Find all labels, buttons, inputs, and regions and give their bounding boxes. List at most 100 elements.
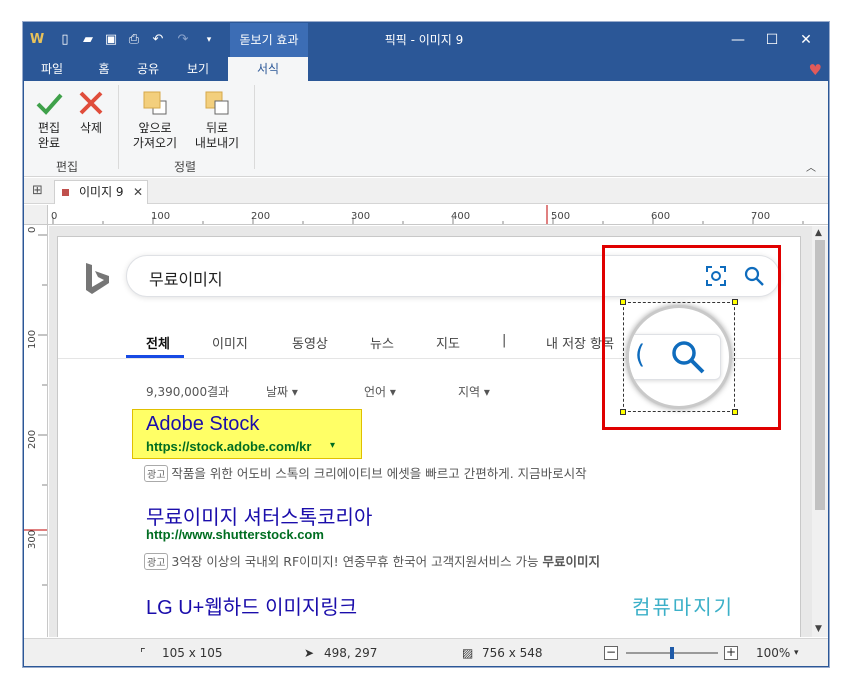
finish-edit-button[interactable]: 편집 완료: [30, 89, 68, 151]
filter-date-label: 날짜: [266, 385, 289, 399]
delete-label: 삭제: [79, 121, 103, 135]
ruler-label: 300: [27, 529, 38, 549]
nav-all[interactable]: 전체: [146, 333, 170, 352]
window-title: 픽픽 - 이미지 9: [384, 33, 464, 47]
tab-view[interactable]: 보기: [176, 57, 220, 81]
zoom-slider[interactable]: [626, 647, 718, 659]
grid-view-icon[interactable]: ⊞: [32, 183, 43, 198]
filter-date[interactable]: 날짜 ▾: [266, 383, 298, 400]
resize-handle[interactable]: [620, 409, 626, 415]
result-title[interactable]: Adobe Stock: [146, 413, 259, 436]
zoom-out-button[interactable]: −: [604, 646, 618, 660]
ruler-label: 400: [451, 211, 471, 222]
cursor-position: 498, 297: [324, 646, 378, 660]
filter-region[interactable]: 지역 ▾: [458, 383, 490, 400]
chevron-down-icon[interactable]: ▾: [794, 648, 799, 658]
scroll-down-icon[interactable]: ▼: [815, 624, 822, 634]
ruler-label: 200: [27, 429, 38, 449]
resize-handle[interactable]: [732, 409, 738, 415]
delete-x-icon: [79, 91, 103, 115]
zoom-slider-thumb[interactable]: [670, 647, 674, 659]
chevron-down-icon[interactable]: ▾: [330, 440, 335, 451]
send-backward-button[interactable]: 뒤로 내보내기: [190, 89, 244, 151]
ruler-label: 0: [51, 211, 58, 222]
result-title[interactable]: LG U+웹하드 이미지링크: [146, 591, 357, 620]
document-tab-bar: ⊞ 이미지 9 ✕: [24, 178, 828, 204]
resize-handle[interactable]: [732, 299, 738, 305]
close-button[interactable]: ✕: [788, 23, 824, 57]
ruler-label: 700: [751, 211, 771, 222]
document-tab[interactable]: 이미지 9 ✕: [54, 180, 148, 204]
filter-language[interactable]: 언어 ▾: [364, 383, 396, 400]
group-arrange-label: 정렬: [174, 160, 197, 174]
ribbon-tab-bar: 파일 홈 공유 보기 서식 ♥: [24, 57, 828, 81]
cursor-icon: ➤: [304, 646, 315, 660]
tab-home[interactable]: 홈: [82, 57, 126, 81]
group-separator: [254, 85, 255, 169]
search-query[interactable]: 무료이미지: [149, 266, 223, 290]
collapse-ribbon-icon[interactable]: ︿: [806, 159, 816, 174]
editor-canvas[interactable]: 무료이미지 전체 이미지 동영상 뉴스 지도 | 내 저장 항목 9,390,0…: [49, 226, 812, 637]
customize-toolbar-icon[interactable]: ▾: [200, 31, 218, 49]
tab-file[interactable]: 파일: [30, 57, 74, 81]
selection-size: 105 x 105: [162, 646, 223, 660]
delete-button[interactable]: 삭제: [72, 89, 110, 136]
vertical-scrollbar[interactable]: ▲ ▼: [812, 226, 828, 637]
magnifier-lens[interactable]: (: [626, 305, 732, 409]
result-title[interactable]: 무료이미지 셔터스톡코리아: [146, 501, 372, 530]
image-tab-icon: [62, 189, 69, 196]
zoom-in-button[interactable]: +: [724, 646, 738, 660]
selection-size-icon: ⌜: [140, 646, 146, 660]
print-icon[interactable]: ⎙: [125, 31, 143, 49]
nav-videos[interactable]: 동영상: [292, 333, 328, 352]
image-icon: ▨: [462, 646, 474, 660]
bring-forward-label: 앞으로 가져오기: [132, 121, 178, 150]
horizontal-ruler: 0 100 200 300 400 500 600 700: [48, 205, 828, 225]
nav-maps[interactable]: 지도: [436, 333, 460, 352]
tab-share[interactable]: 공유: [126, 57, 170, 81]
send-backward-icon: [205, 91, 229, 115]
bring-forward-button[interactable]: 앞으로 가져오기: [128, 89, 182, 151]
filter-region-label: 지역: [458, 385, 481, 399]
open-folder-icon[interactable]: ▰: [79, 31, 97, 49]
ruler-label: 300: [351, 211, 371, 222]
redo-icon[interactable]: ↷: [174, 31, 192, 49]
checkmark-icon: [36, 93, 63, 115]
ad-badge: 광고: [144, 553, 169, 570]
result-description: 광고 3억장 이상의 국내외 RF이미지! 연중무휴 한국어 고객지원서비스 가능…: [144, 551, 600, 570]
ruler-label: 100: [151, 211, 171, 222]
ribbon: 편집 완료 삭제 편집 앞으로 가져오기 뒤로 내보내기 정렬 ︿: [24, 81, 828, 177]
new-file-icon[interactable]: ▯: [56, 31, 74, 49]
result-url[interactable]: http://www.shutterstock.com: [146, 527, 324, 542]
magnified-visual-search-icon: (: [635, 340, 646, 370]
tab-format[interactable]: 서식: [228, 57, 308, 81]
captured-image[interactable]: 무료이미지 전체 이미지 동영상 뉴스 지도 | 내 저장 항목 9,390,0…: [57, 236, 801, 637]
minimize-button[interactable]: —: [720, 23, 756, 57]
status-bar: ⌜ 105 x 105 ➤ 498, 297 ▨ 756 x 548 − + 1…: [24, 638, 828, 666]
undo-icon[interactable]: ↶: [149, 31, 167, 49]
ruler-label: 500: [551, 211, 571, 222]
vertical-ruler: 0 100 200 300: [24, 225, 48, 637]
ruler-label: 100: [27, 329, 38, 349]
ruler-corner: [24, 205, 48, 225]
nav-divider: |: [502, 333, 507, 348]
zoom-level[interactable]: 100%: [756, 646, 790, 660]
watermark-text: 컴퓨마지기: [632, 595, 734, 619]
heart-icon[interactable]: ♥: [809, 61, 822, 79]
chevron-down-icon: ▾: [291, 385, 298, 399]
nav-news[interactable]: 뉴스: [370, 333, 394, 352]
bring-forward-icon: [143, 91, 167, 115]
ruler-label: 200: [251, 211, 271, 222]
scrollbar-thumb[interactable]: [815, 240, 825, 510]
result-url[interactable]: https://stock.adobe.com/kr: [146, 439, 311, 454]
title-bar: W ▯ ▰ ▣ ⎙ ↶ ↷ ▾ 돋보기 효과 픽픽 - 이미지 9 — ☐ ✕: [24, 23, 828, 57]
save-icon[interactable]: ▣: [102, 31, 120, 49]
nav-images[interactable]: 이미지: [212, 333, 248, 352]
close-tab-icon[interactable]: ✕: [133, 181, 143, 203]
ruler-label: 0: [27, 226, 38, 233]
resize-handle[interactable]: [620, 299, 626, 305]
maximize-button[interactable]: ☐: [754, 23, 790, 57]
group-separator: [118, 85, 119, 169]
scroll-up-icon[interactable]: ▲: [815, 228, 822, 238]
result-description-text: 3억장 이상의 국내외 RF이미지! 연중무휴 한국어 고객지원서비스 가능: [171, 554, 543, 569]
